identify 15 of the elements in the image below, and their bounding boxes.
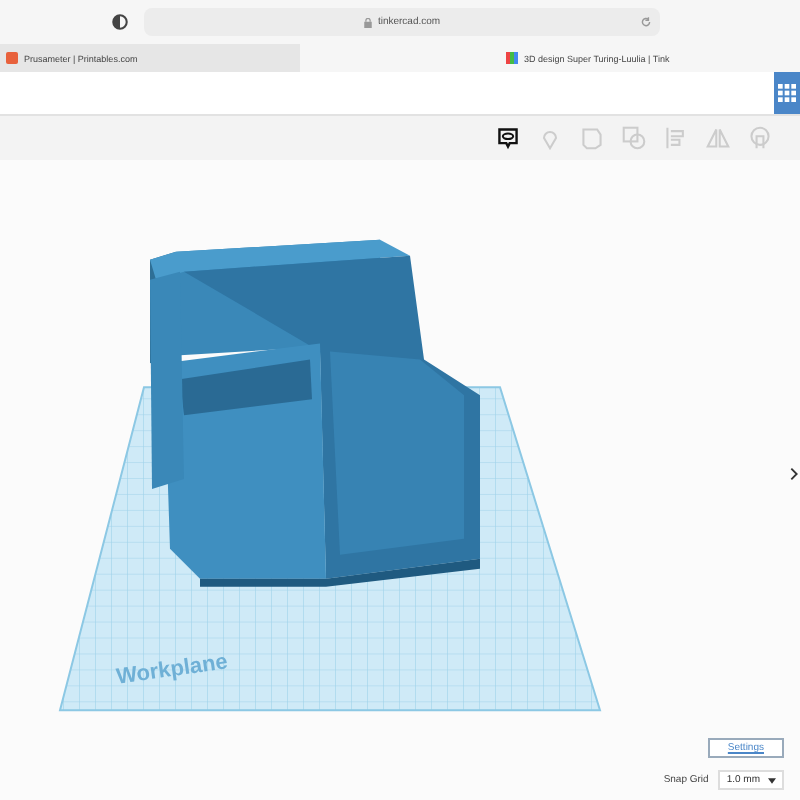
align-icon[interactable] [664,126,688,150]
caret-icon [768,777,776,783]
group-icon[interactable] [622,126,646,150]
lock-icon [363,17,372,27]
shape-icon[interactable] [580,126,604,150]
favicon-icon [506,52,518,64]
mirror-icon[interactable] [706,126,730,150]
privacy-shield-icon[interactable] [112,14,128,30]
note-icon[interactable] [496,126,520,150]
pin-icon[interactable] [538,126,562,150]
favicon-icon [6,52,18,64]
workplane-label: Workplane [114,650,230,690]
chevron-right-icon[interactable] [790,466,798,482]
apps-grid-icon[interactable] [774,72,800,114]
reload-icon[interactable] [640,16,652,28]
